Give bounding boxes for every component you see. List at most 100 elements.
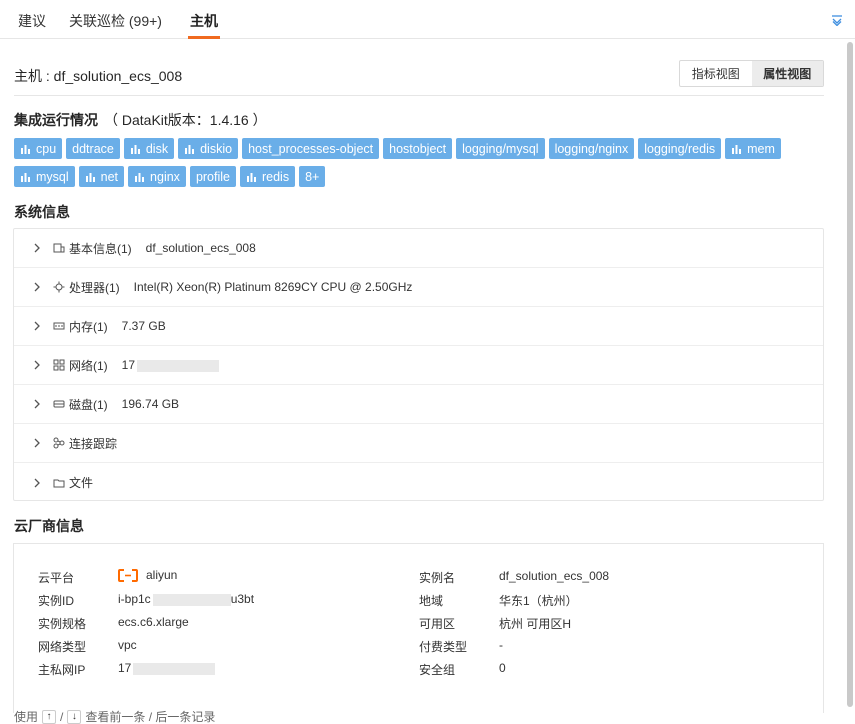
tab-related-inspections[interactable]: 关联巡检 (99+) (69, 11, 162, 39)
cloud-key: 付费类型 (419, 640, 468, 654)
chevron-right-icon (34, 243, 40, 253)
integration-chip[interactable]: host_processes-object (242, 138, 380, 159)
host-title: 主机 : df_solution_ecs_008 (14, 68, 183, 84)
integration-chip[interactable]: ddtrace (66, 138, 120, 159)
bar-chart-icon (246, 172, 256, 182)
system-row-files[interactable]: 文件 (14, 463, 823, 502)
chip-label: mysql (36, 169, 69, 184)
row-value: 196.74 GB (121, 397, 180, 411)
cpu-icon (53, 281, 65, 293)
tab-host[interactable]: 主机 (188, 11, 220, 39)
integration-section-title: 集成运行情况 （ DataKit版本：1.4.16 ） (14, 110, 267, 130)
bar-chart-icon (135, 172, 145, 182)
row-value: 17 (121, 358, 220, 372)
masked-value (133, 662, 216, 675)
cloud-section-title: 云厂商信息 (14, 518, 84, 534)
view-switch: 指标视图 属性视图 (679, 60, 824, 87)
row-label: 磁盘(1) (69, 397, 108, 412)
integration-chip[interactable]: cpu (14, 138, 63, 159)
cloud-value: ecs.c6.xlarge (118, 615, 189, 629)
integration-chip[interactable]: logging/nginx (548, 138, 635, 159)
chip-label: host_processes-object (248, 141, 374, 156)
chip-label: ddtrace (72, 141, 114, 156)
integration-chip[interactable]: net (78, 166, 125, 187)
integration-chip[interactable]: nginx (128, 166, 186, 187)
cloud-value: i-bp1c u3bt (118, 592, 254, 606)
integration-chip[interactable]: disk (123, 138, 175, 159)
system-info-panel: 基本信息(1) df_solution_ecs_008 处理器(1) Intel… (13, 228, 824, 501)
metrics-view-button[interactable]: 指标视图 (680, 61, 752, 86)
integration-chip[interactable]: profile (189, 166, 236, 187)
integration-chip[interactable]: 8+ (299, 166, 326, 187)
row-label: 网络(1) (69, 358, 108, 373)
divider (14, 95, 824, 96)
network-icon (53, 359, 65, 371)
chip-label: profile (195, 169, 230, 184)
chip-label: disk (145, 141, 169, 156)
row-value: df_solution_ecs_008 (145, 241, 256, 255)
memory-icon (53, 322, 65, 330)
host-icon (53, 243, 65, 253)
integration-chip[interactable]: mysql (14, 166, 75, 187)
integration-chip[interactable]: diskio (178, 138, 239, 159)
system-row-basic[interactable]: 基本信息(1) df_solution_ecs_008 (14, 229, 823, 268)
chip-label: cpu (36, 141, 57, 156)
chevron-right-icon (34, 360, 40, 370)
cloud-key: 可用区 (419, 617, 456, 631)
bar-chart-icon (185, 144, 195, 154)
row-value: Intel(R) Xeon(R) Platinum 8269CY CPU @ 2… (133, 280, 413, 294)
cloud-key: 实例规格 (38, 617, 87, 631)
chevron-right-icon (34, 438, 40, 448)
cloud-info-panel: 云平台 aliyun 实例ID i-bp1c u3bt 实例规格 ecs.c6.x… (13, 543, 824, 713)
cloud-value: 华东1（杭州） (499, 594, 578, 608)
cloud-value: df_solution_ecs_008 (499, 569, 610, 583)
masked-value (137, 359, 220, 372)
collapse-icon[interactable] (831, 14, 843, 26)
cloud-key: 实例名 (419, 571, 456, 585)
chip-label: hostobject (389, 141, 447, 156)
instance-id-suffix: u3bt (230, 592, 255, 606)
system-row-disk[interactable]: 磁盘(1) 196.74 GB (14, 385, 823, 424)
attributes-view-button[interactable]: 属性视图 (751, 61, 823, 86)
cloud-key: 地域 (419, 594, 444, 608)
cloud-key: 实例ID (38, 594, 75, 608)
bar-chart-icon (21, 172, 30, 182)
chip-label: logging/redis (644, 141, 716, 156)
masked-value (152, 593, 231, 606)
integration-chip[interactable]: logging/redis (638, 138, 722, 159)
system-row-conntrack[interactable]: 连接跟踪 (14, 424, 823, 463)
bar-chart-icon (130, 144, 140, 154)
folder-icon (53, 479, 65, 487)
cloud-value: - (499, 638, 503, 652)
chevron-right-icon (34, 321, 40, 331)
row-label: 基本信息(1) (69, 241, 132, 256)
integration-chip[interactable]: redis (239, 166, 296, 187)
row-label: 文件 (69, 476, 94, 490)
cloud-key: 云平台 (38, 571, 75, 585)
tab-suggestions[interactable]: 建议 (18, 11, 46, 39)
integration-chip[interactable]: hostobject (383, 138, 453, 159)
cloud-value: vpc (118, 638, 137, 652)
network-ip-prefix: 17 (121, 358, 136, 372)
down-arrow-key-icon: ↓ (67, 709, 82, 724)
chevron-right-icon (34, 399, 40, 409)
hint-suffix: 查看前一条 / 后一条记录 (85, 710, 216, 724)
chevron-right-icon (34, 478, 40, 487)
system-row-network[interactable]: 网络(1) 17 (14, 346, 823, 385)
row-label: 连接跟踪 (69, 436, 118, 451)
chip-label: 8+ (305, 169, 320, 184)
bar-chart-icon (21, 144, 30, 154)
chip-label: logging/nginx (554, 141, 629, 156)
row-label: 处理器(1) (69, 280, 120, 295)
scrollbar[interactable] (847, 42, 853, 707)
instance-id-prefix: i-bp1c (118, 592, 151, 606)
chip-label: nginx (150, 169, 180, 184)
tab-bar: 建议 关联巡检 (99+) 主机 (0, 0, 855, 39)
system-row-memory[interactable]: 内存(1) 7.37 GB (14, 307, 823, 346)
hint-prefix: 使用 (14, 710, 39, 724)
system-row-cpu[interactable]: 处理器(1) Intel(R) Xeon(R) Platinum 8269CY … (14, 268, 823, 307)
integration-chip[interactable]: logging/mysql (456, 138, 545, 159)
chip-label: redis (261, 169, 290, 184)
integration-chip[interactable]: mem (725, 138, 781, 159)
bar-chart-icon (732, 144, 742, 154)
